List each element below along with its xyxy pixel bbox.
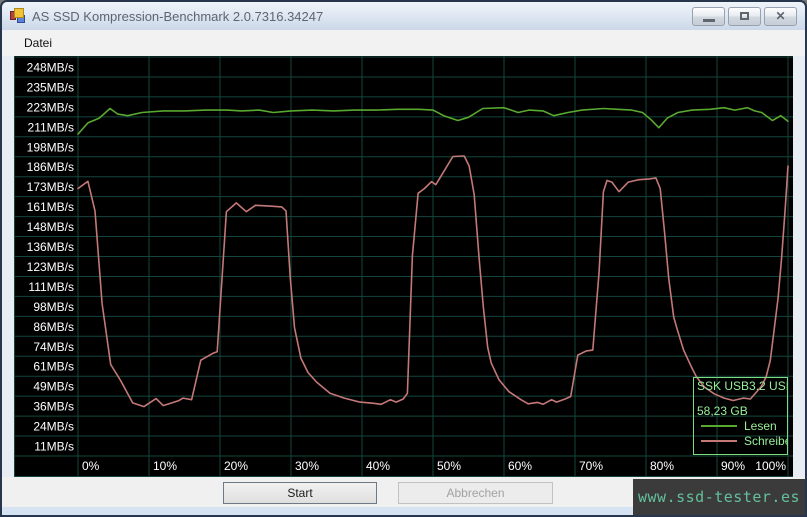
title-bar[interactable]: AS SSD Kompression-Benchmark 2.0.7316.34… (2, 2, 805, 30)
write-line-swatch (701, 440, 737, 442)
legend-device-name: SSK USB3.2 USB D (697, 379, 787, 393)
legend-entry-read: Lesen (697, 419, 787, 433)
legend-entry-write: Schreiben (697, 434, 787, 448)
minimize-button[interactable] (692, 6, 725, 26)
menu-bar: Datei (2, 30, 805, 56)
minimize-icon (702, 18, 715, 22)
y-axis-tick: 111MB/s (28, 280, 74, 294)
maximize-icon (740, 12, 749, 20)
close-button[interactable]: ✕ (764, 6, 797, 26)
legend-write-label: Schreiben (744, 434, 787, 448)
y-axis-tick: 136MB/s (27, 240, 74, 254)
watermark-badge: www.ssd-tester.es (633, 479, 805, 515)
y-axis-tick: 98MB/s (33, 300, 74, 314)
start-button[interactable]: Start (223, 482, 377, 504)
y-axis-tick: 161MB/s (27, 200, 74, 214)
window-title: AS SSD Kompression-Benchmark 2.0.7316.34… (32, 8, 324, 24)
y-axis-tick: 61MB/s (33, 360, 74, 374)
y-axis-tick: 211MB/s (28, 120, 74, 134)
x-axis-tick: 60% (508, 459, 532, 473)
maximize-button[interactable] (728, 6, 761, 26)
x-axis-tick: 100% (755, 459, 786, 473)
cancel-button[interactable]: Abbrechen (398, 482, 553, 504)
chart-canvas: 248MB/s 235MB/s 223MB/s 211MB/s 198MB/s 186MB… (14, 56, 793, 477)
x-axis-tick: 30% (295, 459, 319, 473)
menu-item-datei[interactable]: Datei (16, 32, 60, 54)
y-axis-tick: 173MB/s (27, 180, 74, 194)
x-axis-tick: 70% (579, 459, 603, 473)
x-axis-tick: 40% (366, 459, 390, 473)
legend-read-label: Lesen (744, 419, 777, 433)
read-line-swatch (701, 425, 737, 427)
y-axis-tick: 49MB/s (33, 380, 74, 394)
window-controls: ✕ (692, 6, 797, 26)
y-axis-tick: 36MB/s (33, 400, 74, 414)
y-axis-tick: 148MB/s (27, 220, 74, 234)
app-icon (10, 8, 26, 24)
x-axis-tick: 20% (224, 459, 248, 473)
y-axis-tick: 186MB/s (27, 160, 74, 174)
y-axis-tick: 11MB/s (34, 440, 74, 454)
x-axis-tick: 10% (153, 459, 177, 473)
y-axis-tick: 86MB/s (33, 320, 74, 334)
y-axis-tick: 24MB/s (33, 420, 74, 434)
app-icon-yellow-square (14, 8, 24, 18)
y-axis-tick: 235MB/s (27, 80, 74, 94)
y-axis-tick: 248MB/s (27, 60, 74, 74)
y-axis-tick: 198MB/s (27, 140, 74, 154)
x-axis-tick: 0% (82, 459, 100, 473)
benchmark-chart: 248MB/s 235MB/s 223MB/s 211MB/s 198MB/s 186MB… (14, 56, 793, 477)
close-icon: ✕ (775, 9, 786, 23)
legend-capacity: 58,23 GB (697, 404, 748, 418)
y-axis-tick: 123MB/s (27, 260, 74, 274)
x-axis-tick: 50% (437, 459, 461, 473)
chart-legend: SSK USB3.2 USB D 58,23 GB Lesen Schreibe… (693, 377, 788, 455)
x-axis-tick: 80% (650, 459, 674, 473)
y-axis-tick: 74MB/s (33, 340, 74, 354)
app-window: AS SSD Kompression-Benchmark 2.0.7316.34… (0, 0, 807, 517)
x-axis-tick: 90% (721, 459, 745, 473)
y-axis-tick: 223MB/s (27, 100, 74, 114)
